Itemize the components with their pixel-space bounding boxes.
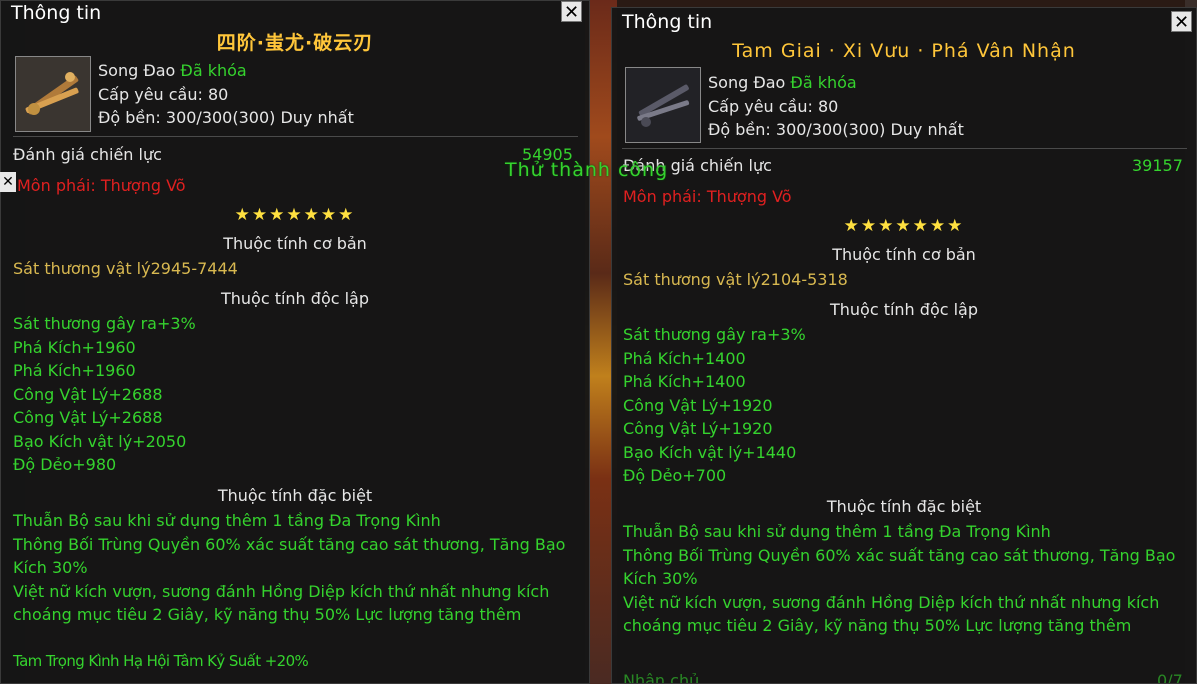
basic-attributes-header: Thuộc tính cơ bản (832, 245, 976, 264)
durability: Độ bền: 300/300(300) Duy nhất (98, 108, 354, 127)
close-button[interactable]: ✕ (561, 1, 582, 23)
divider (13, 136, 578, 137)
divider (622, 148, 1187, 149)
special-attributes-header: Thuộc tính đặc biệt (826, 497, 982, 516)
special-attribute: Thuẫn Bộ sau khi sử dụng thêm 1 tầng Đa … (13, 511, 441, 530)
attribute-line: Công Vật Lý+2688 (13, 408, 163, 427)
independent-attributes-header: Thuộc tính độc lập (829, 300, 979, 319)
attribute-line: Phá Kích+1400 (623, 348, 746, 368)
attribute-line: Công Vật Lý+1920 (623, 395, 773, 415)
attribute-line: Phá Kích+1960 (13, 361, 136, 380)
durability: Độ bền: 300/300(300) Duy nhất (708, 120, 964, 139)
weapon-type: Song Đao (98, 61, 176, 80)
attribute-line: Độ Dẻo+700 (623, 466, 727, 485)
level-requirement: Cấp yêu cầu: 80 (98, 85, 229, 104)
star-rating: ★★★★★★★ (843, 216, 965, 236)
item-name: Tam Giai · Xi Vưu · Phá Vân Nhận (732, 40, 1076, 62)
attribute-line: Bạo Kích vật lý+1440 (623, 442, 797, 462)
combat-rating-label: Đánh giá chiến lực (13, 145, 162, 164)
lock-status: Đã khóa (790, 73, 857, 92)
special-attribute: Tam Trọng Kình Hạ Hội Tâm Kỷ Suất +20% (13, 652, 309, 670)
special-attribute: Việt nữ kích vượn, sương đánh Hồng Diệp … (623, 592, 1160, 636)
close-button[interactable]: ✕ (1171, 11, 1192, 33)
combat-rating-value: 39157 (1132, 156, 1183, 175)
basic-attributes-header: Thuộc tính cơ bản (223, 234, 367, 253)
owner-value: 0/7 (1157, 671, 1183, 684)
dual-blade-icon (15, 56, 91, 132)
attribute-line: Sát thương gây ra+3% (13, 314, 196, 333)
lock-status: Đã khóa (180, 61, 247, 80)
basic-attribute: Sát thương vật lý2945-7444 (13, 259, 238, 278)
attribute-line: Bạo Kích vật lý+2050 (13, 431, 187, 451)
special-attribute: Thông Bối Trùng Quyền 60% xác suất tăng … (623, 545, 1176, 589)
weapon-type-row: Song Đao Đã khóa (708, 71, 857, 94)
special-attribute: Thuẫn Bộ sau khi sử dụng thêm 1 tầng Đa … (623, 522, 1051, 541)
special-attributes-header: Thuộc tính đặc biệt (217, 486, 373, 505)
item-tooltip-panel: Thông tin ✕ Tam Giai · Xi Vưu · Phá Vân … (611, 7, 1197, 684)
dual-blade-icon (625, 67, 701, 143)
panel-title: Thông tin (622, 11, 713, 33)
star-rating: ★★★★★★★ (234, 205, 356, 225)
attribute-line: Sát thương gây ra+3% (623, 325, 806, 344)
attribute-line: Phá Kích+1960 (13, 337, 136, 357)
item-name: 四阶·蚩尤·破云刃 (216, 32, 374, 54)
special-attribute: Thông Bối Trùng Quyền 60% xác suất tăng … (13, 534, 566, 578)
basic-attribute: Sát thương vật lý2104-5318 (623, 270, 848, 289)
attribute-line: Công Vật Lý+2688 (13, 384, 163, 404)
special-attribute: Việt nữ kích vượn, sương đánh Hồng Diệp … (13, 581, 550, 625)
school-requirement: Môn phái: Thượng Võ (623, 187, 792, 206)
attribute-line: Công Vật Lý+1920 (623, 419, 773, 438)
school-requirement: Môn phái: Thượng Võ (17, 176, 186, 195)
panel-title: Thông tin (11, 2, 102, 24)
attribute-line: Phá Kích+1400 (623, 372, 746, 391)
weapon-type: Song Đao (708, 73, 786, 92)
level-requirement: Cấp yêu cầu: 80 (708, 97, 839, 116)
attribute-line: Độ Dẻo+980 (13, 455, 117, 474)
owner-label: Nhận chủ (623, 671, 700, 684)
item-tooltip-panel: Thông tin ✕ 四阶·蚩尤·破云刃 Song Đao Đã khóa C… (0, 0, 590, 684)
success-toast: Thử thành công (505, 159, 669, 181)
independent-attributes-header: Thuộc tính độc lập (220, 289, 370, 308)
close-button[interactable]: ✕ (0, 172, 16, 192)
weapon-type-row: Song Đao Đã khóa (98, 59, 247, 82)
